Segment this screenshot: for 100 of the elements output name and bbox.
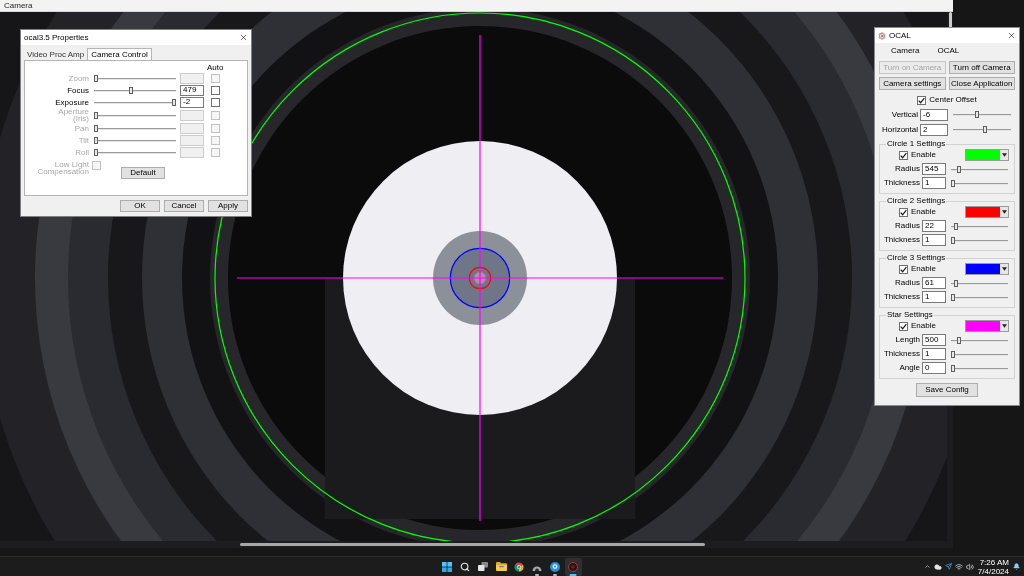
paper-plane-icon[interactable] [944, 563, 952, 570]
wifi-icon[interactable] [954, 562, 963, 571]
start-icon [442, 561, 452, 572]
dialog-button[interactable]: Cancel [164, 200, 204, 212]
slider-track[interactable] [951, 178, 1008, 188]
field-label: Radius [894, 222, 920, 230]
value-field[interactable] [180, 146, 204, 158]
value-field[interactable]: 1 [922, 348, 946, 360]
slider-thumb[interactable] [982, 126, 987, 133]
slider-track[interactable] [94, 123, 176, 133]
value-field[interactable]: 1 [922, 177, 946, 189]
color-dropdown[interactable] [965, 206, 1009, 218]
tab[interactable]: Video Proc Amp [24, 49, 88, 60]
slider-track[interactable] [94, 73, 176, 83]
slider-track[interactable] [94, 147, 176, 157]
checkbox[interactable] [899, 264, 908, 274]
slider-track[interactable] [951, 235, 1008, 245]
clock-date[interactable]: 7/4/2024 [977, 566, 1009, 576]
value-field[interactable] [180, 134, 204, 146]
field-label: Thickness [883, 179, 920, 187]
dialog-button[interactable]: Apply [208, 200, 248, 212]
value-field[interactable]: 500 [922, 334, 946, 346]
slider-track[interactable] [953, 110, 1011, 119]
slider-track[interactable] [94, 97, 176, 107]
slider-thumb[interactable] [957, 336, 962, 344]
value-field[interactable]: -6 [920, 108, 948, 121]
cloud-icon[interactable] [933, 562, 942, 571]
task-view-icon [478, 562, 488, 571]
slider-thumb[interactable] [172, 98, 176, 106]
slider-thumb[interactable] [951, 236, 955, 244]
slider-track[interactable] [94, 110, 176, 120]
field-label: Thickness [883, 350, 920, 358]
taskbar-button[interactable] [564, 557, 582, 576]
value-field[interactable]: 22 [922, 220, 946, 232]
checkbox[interactable] [899, 207, 908, 217]
value-field[interactable] [180, 122, 204, 134]
clock-time[interactable]: 7:26 AM [979, 557, 1009, 567]
check-icon [900, 322, 907, 330]
color-dropdown[interactable] [965, 263, 1009, 275]
check-icon [900, 208, 907, 216]
slider-track[interactable] [94, 135, 176, 145]
slider-thumb[interactable] [951, 364, 955, 372]
control-label: Pan [74, 124, 89, 132]
slider-track[interactable] [951, 292, 1008, 302]
value-field[interactable] [180, 109, 204, 121]
menu-item[interactable]: Camera [891, 47, 920, 55]
value-field[interactable]: 545 [922, 163, 946, 175]
slider-thumb[interactable] [951, 350, 955, 358]
chevron-up-icon[interactable] [923, 563, 931, 570]
value-field[interactable]: -2 [180, 96, 204, 108]
slider-track[interactable] [951, 335, 1008, 345]
value-field[interactable]: 1 [922, 234, 946, 246]
check-icon [900, 151, 907, 159]
volume-icon[interactable] [965, 562, 974, 571]
slider-thumb[interactable] [953, 222, 958, 230]
value-field[interactable] [180, 72, 204, 84]
save-button[interactable]: Save Config [916, 383, 978, 397]
window-title: Camera [4, 1, 33, 10]
dialog-button[interactable]: OK [120, 200, 160, 212]
control-label: Low Light Compensation [36, 161, 89, 175]
slider-track[interactable] [953, 125, 1011, 134]
checkbox[interactable] [899, 321, 908, 331]
action-button[interactable]: Camera settings [879, 77, 946, 90]
value-field[interactable]: 0 [922, 362, 946, 374]
checkbox[interactable] [899, 150, 908, 160]
color-dropdown[interactable] [965, 320, 1009, 332]
slider-track[interactable] [951, 164, 1008, 174]
scrollbar-thumb[interactable] [240, 543, 705, 546]
caret-icon [1001, 153, 1007, 157]
value-field[interactable]: 479 [180, 84, 204, 96]
tab[interactable]: Camera Control [87, 48, 152, 60]
value-field[interactable]: 2 [920, 123, 948, 136]
default-button[interactable]: Default [121, 167, 165, 179]
slider-thumb[interactable] [951, 293, 955, 301]
close-icon[interactable] [1007, 31, 1016, 40]
slider-track[interactable] [951, 221, 1008, 231]
checkbox[interactable] [917, 95, 927, 105]
field-label: Radius [894, 279, 920, 287]
slider-thumb[interactable] [974, 111, 979, 118]
slider-thumb[interactable] [129, 86, 134, 94]
group-title: Circle 3 Settings [886, 254, 947, 262]
slider-thumb[interactable] [957, 165, 962, 173]
action-button[interactable]: Turn off Camera [948, 61, 1015, 74]
value-field[interactable]: 1 [922, 291, 946, 303]
slider-thumb[interactable] [953, 279, 958, 287]
bell-icon[interactable] [1013, 563, 1020, 570]
field-label: Radius [894, 165, 920, 173]
color-dropdown[interactable] [965, 149, 1009, 161]
field-label: Horizontal [881, 125, 918, 134]
checkbox[interactable] [211, 85, 220, 95]
checkbox[interactable] [211, 97, 220, 107]
slider-track[interactable] [951, 278, 1008, 288]
menu-item[interactable]: OCAL [937, 47, 960, 55]
value-field[interactable]: 61 [922, 277, 946, 289]
slider-track[interactable] [951, 349, 1008, 359]
slider-thumb[interactable] [951, 179, 955, 187]
slider-track[interactable] [951, 363, 1008, 373]
action-button[interactable]: Close Application [948, 77, 1015, 90]
close-icon[interactable] [239, 33, 248, 42]
slider-track[interactable] [94, 85, 176, 95]
